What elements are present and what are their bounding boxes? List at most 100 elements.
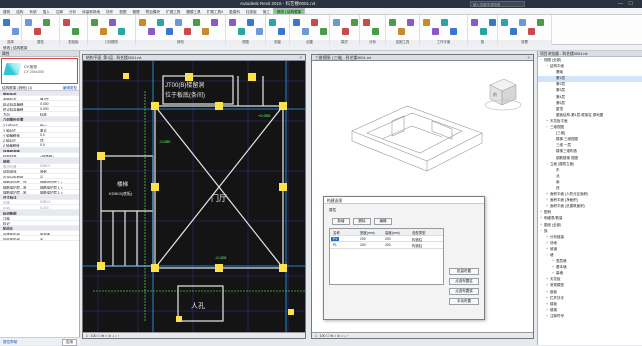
tool-icon[interactable] [25, 19, 32, 26]
plan-view-title: 结构平面: 第1层 - 科艺楼0001.rvt [86, 56, 142, 60]
window-controls[interactable]: — ☐ ✕ [618, 1, 640, 13]
dialog-title: 构建选项 [324, 197, 484, 204]
cell-name: P1 [331, 236, 340, 241]
plan-view-control-bar[interactable]: 1 : 100 ☐ ⊕ ◐ ⊘ ◑ ⌂ ‹ [83, 332, 305, 338]
tool-icon[interactable] [34, 28, 41, 35]
tool-icon[interactable] [342, 28, 349, 35]
cell-name: PL [333, 243, 338, 247]
tool-icon[interactable] [450, 28, 457, 35]
property-value[interactable]: ☑ [40, 175, 43, 179]
browser-tree-item[interactable]: + 注释符号 [538, 314, 642, 320]
elevation-label-1: -0.050 [159, 139, 171, 144]
browser-item-label: 楼梯三维构造 [556, 149, 577, 154]
tool-icon[interactable] [91, 19, 98, 26]
tool-icon[interactable] [363, 19, 370, 26]
tool-icon[interactable] [311, 19, 318, 26]
table-row[interactable]: PL 200 200 构造柱 [330, 242, 443, 249]
tool-icon[interactable] [109, 19, 116, 26]
tool-icon[interactable] [118, 28, 125, 35]
room-label-main: 门厅 [211, 193, 227, 203]
property-value[interactable]: 0.215 [40, 206, 49, 210]
property-key: 拆除的阶段 [3, 237, 20, 242]
tool-icon[interactable] [238, 28, 245, 35]
tool-icon[interactable] [184, 28, 191, 35]
tool-icon[interactable] [407, 19, 414, 26]
pick-place-beam-button[interactable]: 点选布置梁 [449, 288, 479, 295]
tool-icon[interactable] [333, 19, 340, 26]
tool-icon[interactable] [480, 28, 487, 35]
tool-icon[interactable] [148, 28, 155, 35]
tool-icon[interactable] [12, 28, 19, 35]
tool-icon[interactable] [537, 19, 544, 26]
tool-icon[interactable] [193, 19, 200, 26]
tool-icon[interactable] [389, 19, 396, 26]
tool-icon[interactable] [157, 19, 164, 26]
plan-drawing[interactable]: 门厅 楼梯 KDB03(底板) JT00(B)楼留洞 位于板底(条间) -0.0… [83, 61, 305, 332]
tool-icon[interactable] [63, 19, 70, 26]
tool-icon[interactable] [510, 28, 517, 35]
tool-icon[interactable] [175, 19, 182, 26]
tool-icon[interactable] [432, 28, 439, 35]
properties-help-link[interactable]: 属性帮助 [3, 340, 17, 345]
tool-icon[interactable] [211, 19, 218, 26]
col-header-width: 宽度(mm) [360, 231, 375, 235]
3d-view-control-bar[interactable]: 1 : 100 ☐ ⊕ ◐ ⊘ ◑ ⌂ ‹ [312, 332, 533, 338]
delete-button[interactable]: 删除 [353, 218, 371, 225]
col-header-name: 名称 [333, 231, 340, 235]
type-selector[interactable]: CY-矩形 CY 200x200 [1, 58, 78, 84]
property-value[interactable]: 5380.0 [40, 200, 50, 204]
property-value[interactable]: 无 [40, 237, 43, 241]
tool-icon[interactable] [100, 28, 107, 35]
browser-item-label: 北 [556, 173, 560, 178]
edit-button[interactable]: 编辑 [374, 218, 392, 225]
manual-place-button[interactable]: 手动布置 [449, 298, 479, 305]
tool-icon[interactable] [471, 19, 478, 26]
property-value[interactable]: 0.0 [40, 133, 45, 137]
tool-icon[interactable] [302, 28, 309, 35]
tool-icon[interactable] [202, 28, 209, 35]
ribbon-tab[interactable]: 修改 | 结构框架 [272, 8, 306, 14]
browser-item-label: 基本墙 [556, 265, 567, 270]
tool-icon[interactable] [398, 28, 405, 35]
tool-icon[interactable] [166, 28, 173, 35]
tool-icon[interactable] [519, 19, 526, 26]
tool-icon[interactable] [229, 19, 236, 26]
build-options-dialog: 构建选项 属性 新增 删除 编辑 名称 宽度(mm) 高度(mm) 选型类型 P… [323, 196, 485, 320]
property-value[interactable]: 0.000 [40, 102, 49, 106]
tool-icon[interactable] [43, 19, 50, 26]
close-icon[interactable]: × [527, 55, 530, 60]
pick-place-column-button[interactable]: 点选布置柱 [449, 278, 479, 285]
tool-icon[interactable] [139, 19, 146, 26]
tool-icon[interactable] [320, 28, 327, 35]
property-row[interactable]: 拆除的阶段 无 [0, 236, 79, 242]
tool-icon[interactable] [372, 28, 379, 35]
tool-icon[interactable] [489, 19, 496, 26]
tool-icon[interactable] [269, 19, 276, 26]
tool-icon[interactable] [528, 28, 535, 35]
browser-item-label: {三维} [556, 131, 566, 136]
plan-view-window[interactable]: 结构平面: 第1层 - 科艺楼0001.rvt × 门厅 楼梯 KDB03(底板… [82, 54, 306, 339]
tool-icon[interactable] [351, 19, 358, 26]
tool-icon[interactable] [3, 19, 10, 26]
tool-icon[interactable] [247, 19, 254, 26]
3d-view-title: 三维视图: {三维} - 科艺楼0001.rvt [315, 56, 371, 60]
add-button[interactable]: 新增 [332, 218, 350, 225]
3d-model-drawing[interactable]: 前 [312, 61, 533, 191]
options-label: 修改 | 结构框架 [3, 46, 28, 50]
tool-icon[interactable] [441, 19, 448, 26]
property-value[interactable]: 5380.0 [40, 164, 50, 168]
tool-icon[interactable] [293, 19, 300, 26]
browser-item-label: 楼板 [550, 301, 557, 306]
tool-icon[interactable] [423, 19, 430, 26]
close-icon[interactable]: × [299, 55, 302, 60]
search-input[interactable]: 键入关键字或短语 [470, 1, 525, 7]
property-value[interactable]: 0.0 [40, 143, 45, 147]
batch-place-button[interactable]: 批量布置 [449, 268, 479, 275]
tool-icon[interactable] [501, 19, 508, 26]
property-value[interactable]: 0.000 [40, 107, 49, 111]
tool-icon[interactable] [278, 28, 285, 35]
tool-icon[interactable] [72, 28, 79, 35]
tool-icon[interactable] [256, 28, 263, 35]
browser-item-label: 常规模型 [550, 283, 564, 288]
view-cube-icon[interactable]: 前 [484, 78, 522, 111]
